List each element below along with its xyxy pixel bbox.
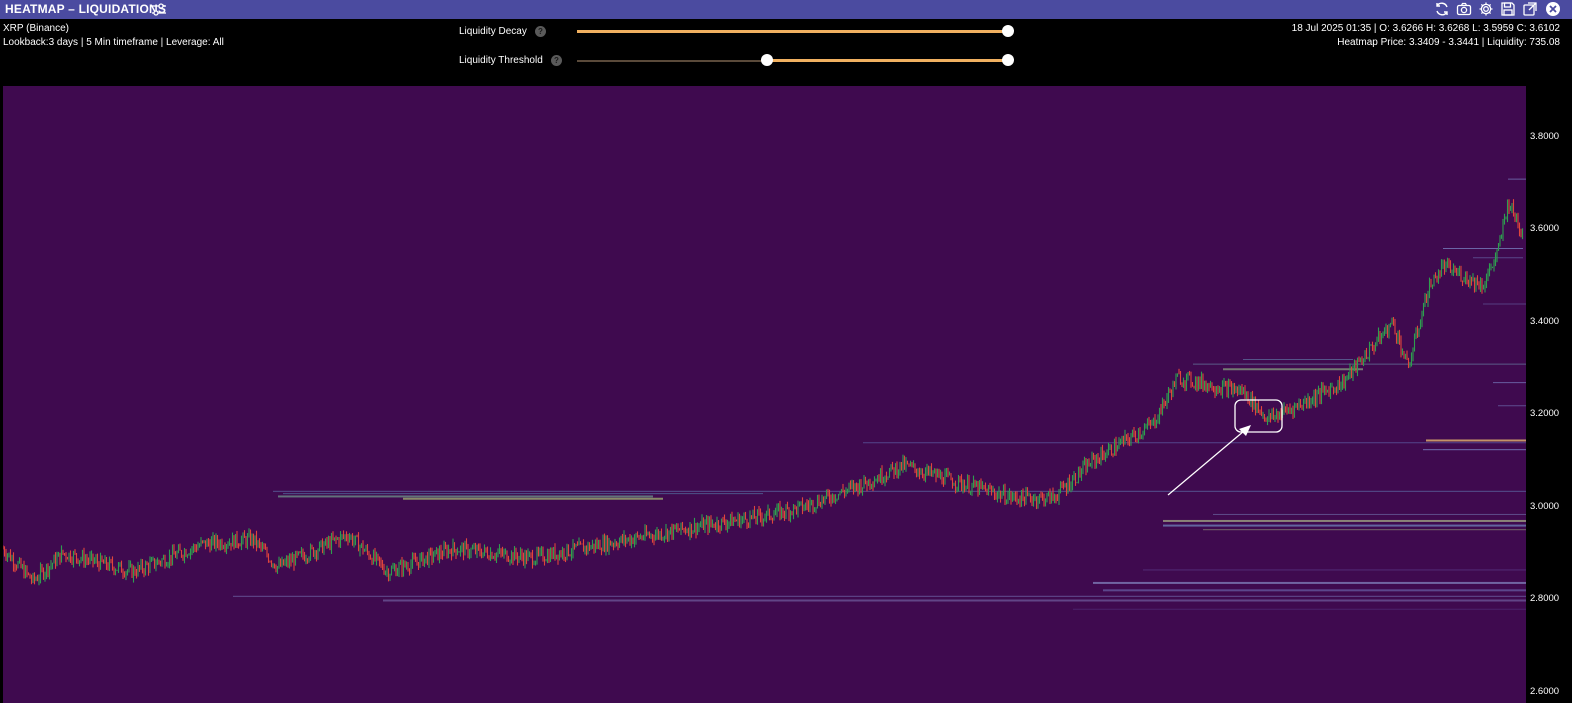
camera-icon[interactable] xyxy=(1456,1,1472,17)
title-bar: HEATMAP – LIQUIDATIONS xyxy=(0,0,1572,19)
annotation-arrow-line xyxy=(1167,430,1245,496)
heatmap-price-readout: Heatmap Price: 3.3409 - 3.3441 | Liquidi… xyxy=(1337,37,1560,48)
liquidity-band xyxy=(1223,368,1363,371)
liquidity-band xyxy=(403,497,663,500)
panel-title: HEATMAP – LIQUIDATIONS xyxy=(5,2,167,16)
liquidity-band xyxy=(1163,524,1526,527)
liquidity-band xyxy=(1493,382,1526,384)
liquidity-band xyxy=(1473,257,1523,259)
liquidity-band xyxy=(278,495,653,498)
symbol-label: XRP (Binance) xyxy=(3,23,69,34)
decay-slider-fill xyxy=(577,30,1009,33)
liquidity-decay-label: Liquidity Decay xyxy=(459,26,527,37)
liquidity-band xyxy=(1213,513,1526,515)
threshold-slider-fill xyxy=(767,59,1009,62)
liquidity-band xyxy=(1143,569,1526,571)
liquidity-band xyxy=(863,442,1526,444)
gear-icon[interactable] xyxy=(1478,1,1494,17)
price-tick: 3.4000 xyxy=(1530,316,1560,327)
liquidity-band xyxy=(273,490,1526,492)
decay-help-icon[interactable]: ? xyxy=(535,26,546,37)
price-tick: 2.6000 xyxy=(1530,686,1560,697)
refresh-icon[interactable] xyxy=(1434,1,1450,17)
heatmap-plot xyxy=(3,178,1526,610)
heatmap-chart[interactable] xyxy=(3,86,1526,703)
external-link-icon[interactable] xyxy=(1522,1,1538,17)
decay-slider-handle[interactable] xyxy=(1002,25,1014,37)
liquidity-band xyxy=(383,599,1526,602)
liquidity-band xyxy=(1508,178,1526,180)
threshold-slider-low-handle[interactable] xyxy=(761,54,773,66)
save-icon[interactable] xyxy=(1500,1,1516,17)
price-tick: 2.8000 xyxy=(1530,593,1560,604)
ohlc-readout: 18 Jul 2025 01:35 | O: 3.6266 H: 3.6268 … xyxy=(1291,23,1560,34)
liquidity-band xyxy=(233,595,1526,597)
price-tick: 3.2000 xyxy=(1530,408,1560,419)
threshold-slider-high-handle[interactable] xyxy=(1002,54,1014,66)
liquidity-band xyxy=(1073,608,1526,610)
liquidity-band xyxy=(1163,519,1526,522)
threshold-help-icon[interactable]: ? xyxy=(551,55,562,66)
liquidity-band xyxy=(1483,303,1526,305)
liquidity-band xyxy=(1426,439,1526,442)
close-icon[interactable] xyxy=(1545,1,1561,17)
liquidity-band xyxy=(1093,581,1526,584)
liquidity-band xyxy=(1203,529,1526,531)
liquidity-band xyxy=(1423,449,1526,451)
liquidity-band xyxy=(1193,363,1526,365)
sliders-settings-icon[interactable] xyxy=(151,2,167,17)
liquidity-band xyxy=(1443,248,1523,249)
price-axis: 3.8000 3.6000 3.4000 3.2000 3.0000 2.800… xyxy=(1526,86,1572,703)
price-tick: 3.0000 xyxy=(1530,501,1560,512)
price-tick: 3.8000 xyxy=(1530,131,1560,142)
liquidity-band xyxy=(1103,589,1526,592)
lookback-info: Lookback:3 days | 5 Min timeframe | Leve… xyxy=(3,37,224,48)
price-tick: 3.6000 xyxy=(1530,223,1560,234)
liquidity-band xyxy=(1243,359,1353,360)
liquidity-threshold-label: Liquidity Threshold xyxy=(459,55,543,66)
liquidity-band xyxy=(283,493,763,495)
liquidity-band xyxy=(1498,405,1526,407)
chart-header: XRP (Binance) Lookback:3 days | 5 Min ti… xyxy=(0,19,1572,86)
